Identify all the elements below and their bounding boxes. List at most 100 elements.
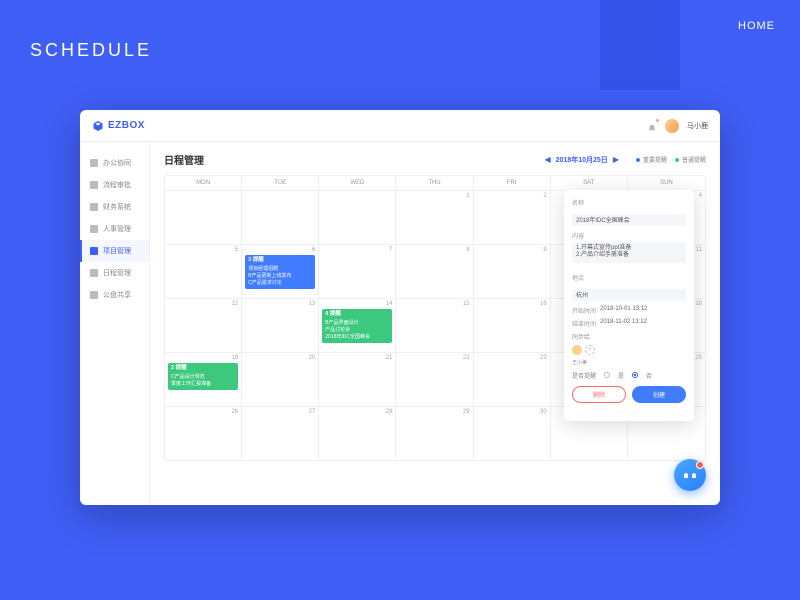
day-number: 14 [322, 301, 392, 307]
sidebar-icon [90, 159, 98, 167]
event-content-input[interactable] [572, 242, 686, 264]
field-label-end: 结束时间 [572, 319, 596, 328]
field-label-content: 内容 [572, 231, 686, 240]
day-number: 28 [322, 409, 392, 415]
calendar-cell[interactable]: 23 [474, 352, 551, 406]
radio-yes[interactable] [604, 372, 610, 378]
sidebar-item-0[interactable]: 办公协同 [80, 152, 149, 174]
calendar-cell[interactable]: 27 [242, 406, 319, 460]
sidebar-item-6[interactable]: 公盘共享 [80, 284, 149, 306]
delete-button[interactable]: 删除 [572, 386, 626, 403]
day-number: 7 [322, 247, 392, 253]
sidebar-item-4[interactable]: 项目管理 [80, 240, 149, 262]
calendar-cell[interactable]: 9 [474, 244, 551, 298]
home-link[interactable]: HOME [738, 20, 775, 32]
day-number: 8 [399, 247, 469, 253]
prev-arrow-icon[interactable]: ◀ [545, 155, 551, 164]
sidebar-label: 公盘共享 [103, 290, 131, 300]
calendar-cell[interactable]: 15 [396, 298, 473, 352]
calendar-cell[interactable]: 5 [165, 244, 242, 298]
notification-icon[interactable] [647, 121, 657, 131]
calendar-cell[interactable]: 28 [319, 406, 396, 460]
confirm-button[interactable]: 创建 [632, 386, 686, 403]
field-label-location: 地点 [572, 273, 686, 282]
weekday-header: TUE [242, 176, 319, 190]
sidebar-item-5[interactable]: 日程管理 [80, 262, 149, 284]
chat-fab[interactable] [674, 459, 706, 491]
app-header: EZBOX 马小鹿 [80, 110, 720, 142]
sidebar-item-3[interactable]: 人事管理 [80, 218, 149, 240]
field-label-alert: 是否提醒 [572, 371, 596, 380]
logo[interactable]: EZBOX [92, 120, 145, 132]
current-date: 2018年10月25日 [556, 155, 608, 165]
day-number: 1 [399, 193, 469, 199]
page-title: SCHEDULE [30, 40, 152, 61]
sidebar: 办公协同流程审批财务系统人事管理项目管理日程管理公盘共享 [80, 142, 150, 505]
user-name: 马小鹿 [687, 121, 708, 131]
day-number: 30 [477, 409, 547, 415]
day-number: 26 [168, 409, 238, 415]
day-number: 27 [245, 409, 315, 415]
calendar-cell[interactable]: 12 [165, 298, 242, 352]
calendar-cell[interactable]: 19 2 提醒C产品设计规范季度工作汇报准备 [165, 352, 242, 406]
day-number: 12 [168, 301, 238, 307]
next-arrow-icon[interactable]: ▶ [613, 155, 619, 164]
day-number: 22 [399, 355, 469, 361]
main-area: 日程管理 ◀ 2018年10月25日 ▶ 重要提醒普通提醒 MONTUEWEDT… [150, 142, 720, 505]
weekday-header: MON [165, 176, 242, 190]
calendar-cell[interactable]: 8 [396, 244, 473, 298]
calendar-cell[interactable] [242, 190, 319, 244]
logo-icon [92, 120, 104, 132]
event-name-input[interactable] [572, 214, 686, 226]
event-location-input[interactable] [572, 289, 686, 301]
day-number: 21 [322, 355, 392, 361]
weekday-header: FRI [474, 176, 551, 190]
day-number: 29 [399, 409, 469, 415]
calendar-cell[interactable]: 21 [319, 352, 396, 406]
user-avatar[interactable] [665, 119, 679, 133]
calendar-cell[interactable]: 7 [319, 244, 396, 298]
field-label-name: 名称 [572, 198, 686, 207]
calendar-event[interactable]: 2 提醒C产品设计规范季度工作汇报准备 [168, 363, 238, 390]
calendar-cell[interactable]: 63 提醒项目经理招聘B产品更新上线发布C产品需求讨论 [242, 244, 319, 298]
person-avatar[interactable] [572, 345, 582, 355]
person-name: 王小美 [572, 359, 686, 366]
sidebar-icon [90, 247, 98, 255]
event-popup: 名称 内容 地点 开始时间2018-10-01 13:12 结束时间2018-1… [564, 190, 694, 421]
sidebar-item-1[interactable]: 流程审批 [80, 174, 149, 196]
calendar-cell[interactable]: 2 [474, 190, 551, 244]
weekday-header: SUN [628, 176, 705, 190]
day-number: 20 [245, 355, 315, 361]
sidebar-icon [90, 181, 98, 189]
sidebar-label: 项目管理 [103, 246, 131, 256]
sidebar-label: 日程管理 [103, 268, 131, 278]
sidebar-label: 办公协同 [103, 158, 131, 168]
add-person-button[interactable]: + [585, 345, 595, 355]
day-number: 23 [477, 355, 547, 361]
calendar-cell[interactable]: 22 [396, 352, 473, 406]
calendar-cell[interactable]: 26 [165, 406, 242, 460]
field-label-start: 开始时间 [572, 306, 596, 315]
calendar-cell[interactable] [319, 190, 396, 244]
calendar-cell[interactable]: 13 [242, 298, 319, 352]
sidebar-label: 人事管理 [103, 224, 131, 234]
sidebar-icon [90, 225, 98, 233]
start-time-value: 2018-10-01 13:12 [600, 306, 647, 315]
weekday-header: SAT [551, 176, 628, 190]
calendar-cell[interactable]: 29 [396, 406, 473, 460]
calendar-cell[interactable]: 14 4 提醒B产品界面设计产品讨论会2018年IDC全国峰会 [319, 298, 396, 352]
radio-no[interactable] [632, 372, 638, 378]
calendar-event[interactable]: 3 提醒项目经理招聘B产品更新上线发布C产品需求讨论 [245, 255, 315, 289]
calendar-cell[interactable]: 20 [242, 352, 319, 406]
calendar-cell[interactable] [165, 190, 242, 244]
sidebar-item-2[interactable]: 财务系统 [80, 196, 149, 218]
calendar-cell[interactable]: 16 [474, 298, 551, 352]
day-number: 2 [477, 193, 547, 199]
day-number: 19 [168, 355, 238, 361]
calendar-cell[interactable]: 30 [474, 406, 551, 460]
weekday-header: WED [319, 176, 396, 190]
calendar-cell[interactable]: 1 [396, 190, 473, 244]
sidebar-label: 财务系统 [103, 202, 131, 212]
legend-item: 普通提醒 [675, 155, 706, 164]
calendar-event[interactable]: 4 提醒B产品界面设计产品讨论会2018年IDC全国峰会 [322, 309, 392, 343]
